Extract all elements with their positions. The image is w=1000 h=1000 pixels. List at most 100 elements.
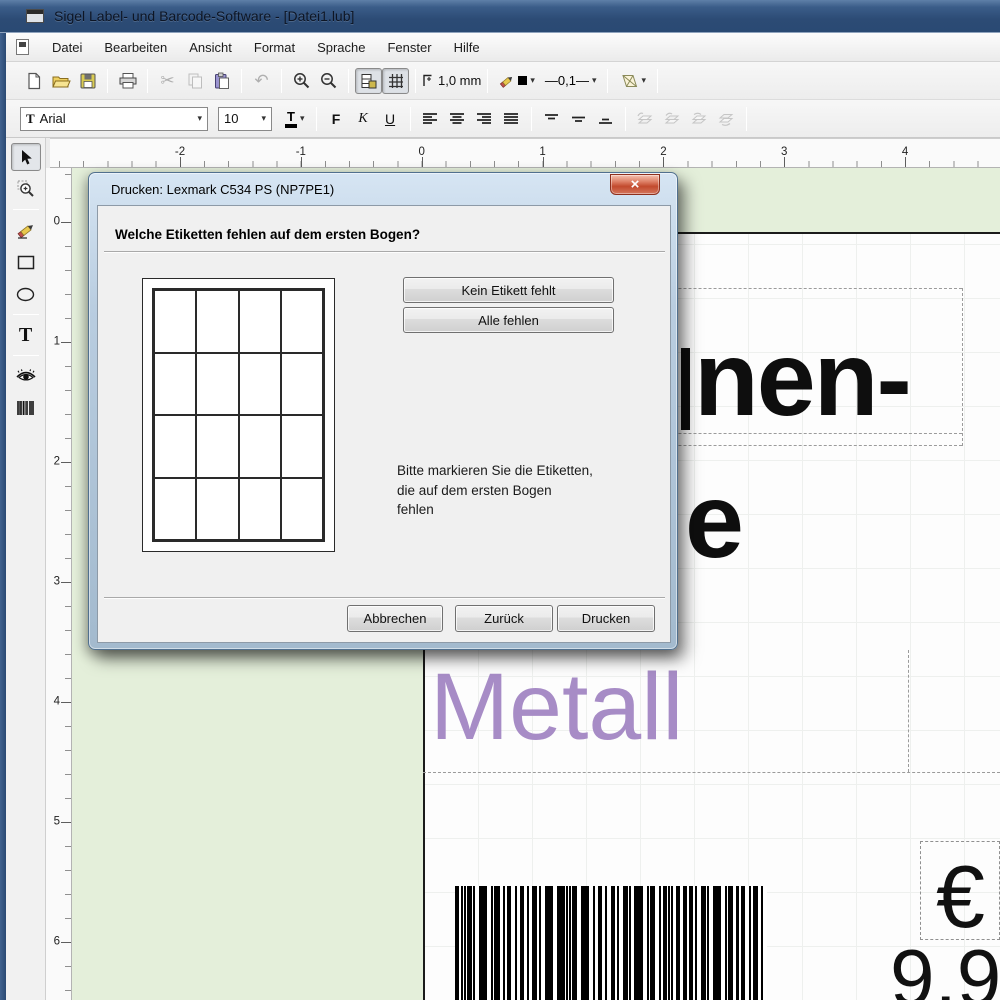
ellipse-tool[interactable] — [11, 280, 41, 308]
align-left-icon — [422, 112, 438, 126]
undo-button[interactable]: ↶ — [248, 68, 275, 94]
send-backward-icon — [690, 111, 708, 126]
label-cell[interactable] — [239, 290, 281, 353]
select-tool[interactable] — [11, 143, 41, 171]
app-window: Sigel Label- und Barcode-Software - [Dat… — [0, 0, 1000, 1000]
font-family-select[interactable]: T Arial ▾ — [20, 107, 208, 131]
currency-symbol-text[interactable]: € — [936, 853, 985, 941]
grid-size-control[interactable]: 1,0 mm — [422, 73, 481, 88]
label-cell[interactable] — [196, 415, 238, 478]
valign-bottom-icon — [597, 113, 614, 125]
bring-to-front-button[interactable] — [632, 106, 659, 132]
cut-button[interactable]: ✂ — [154, 68, 181, 94]
label-cell[interactable] — [154, 353, 196, 416]
font-family-value: Arial — [40, 111, 66, 126]
save-button[interactable] — [74, 68, 101, 94]
paste-button[interactable] — [208, 68, 235, 94]
barcode-tool[interactable] — [11, 394, 41, 422]
align-left-button[interactable] — [417, 106, 444, 132]
valign-top-icon — [543, 113, 560, 125]
line-width-dropdown[interactable]: —0,1—▾ — [540, 68, 602, 94]
barcode-object[interactable] — [455, 886, 767, 1000]
align-right-button[interactable] — [471, 106, 498, 132]
menu-format[interactable]: Format — [243, 35, 306, 60]
zoom-in-button[interactable] — [288, 68, 315, 94]
menu-bearbeiten[interactable]: Bearbeiten — [93, 35, 178, 60]
label-cell[interactable] — [196, 353, 238, 416]
label-cell[interactable] — [281, 415, 323, 478]
pencil-tool[interactable] — [11, 216, 41, 244]
send-backward-button[interactable] — [686, 106, 713, 132]
separator — [746, 107, 747, 131]
new-document-button[interactable] — [20, 68, 47, 94]
copy-button[interactable] — [181, 68, 208, 94]
label-text-fragment-1[interactable]: nen- — [694, 326, 910, 432]
open-folder-icon — [51, 72, 71, 90]
label-cell[interactable] — [154, 478, 196, 541]
standard-toolbar: ✂ ↶ 1,0 mm ▾ —0,1—▾ ▾ — [6, 62, 1000, 100]
bold-button[interactable]: F — [323, 106, 350, 132]
dialog-body: Welche Etiketten fehlen auf dem ersten B… — [97, 205, 671, 643]
line-color-button[interactable]: ▾ — [494, 68, 540, 94]
menu-datei[interactable]: Datei — [41, 35, 93, 60]
menu-hilfe[interactable]: Hilfe — [443, 35, 491, 60]
font-size-select[interactable]: 10 ▾ — [218, 107, 272, 131]
toggle-grid-button[interactable] — [382, 68, 409, 94]
label-cell[interactable] — [239, 353, 281, 416]
label-cell[interactable] — [281, 290, 323, 353]
back-button[interactable]: Zurück — [455, 605, 553, 632]
dropdown-arrow-icon: ▾ — [261, 113, 266, 124]
zoom-select-tool[interactable] — [11, 175, 41, 203]
price-text[interactable]: 9,90 — [890, 938, 1000, 1000]
valign-top-button[interactable] — [538, 106, 565, 132]
ruler-horizontal: -2-101234 — [50, 138, 1000, 168]
underline-button[interactable]: U — [377, 106, 404, 132]
label-cell[interactable] — [239, 478, 281, 541]
rectangle-tool[interactable] — [11, 248, 41, 276]
toggle-label-view-button[interactable] — [355, 68, 382, 94]
menu-ansicht[interactable]: Ansicht — [178, 35, 243, 60]
print-button-dialog[interactable]: Drucken — [557, 605, 655, 632]
send-to-back-button[interactable] — [713, 106, 740, 132]
text-tool[interactable]: T — [11, 321, 41, 349]
fill-style-button[interactable]: ▾ — [614, 68, 651, 94]
italic-button[interactable]: K — [350, 106, 377, 132]
bring-forward-button[interactable] — [659, 106, 686, 132]
separator — [531, 107, 532, 131]
menu-sprache[interactable]: Sprache — [306, 35, 376, 60]
all-missing-button[interactable]: Alle fehlen — [403, 307, 614, 333]
separator — [13, 355, 39, 356]
ruler-vertical: 0123456 — [46, 168, 72, 1000]
label-cell[interactable] — [196, 290, 238, 353]
cancel-button[interactable]: Abbrechen — [347, 605, 443, 632]
dialog-close-button[interactable]: × — [610, 174, 660, 195]
text-color-button[interactable]: T ▾ — [280, 106, 310, 132]
print-button[interactable] — [114, 68, 141, 94]
no-label-missing-button[interactable]: Kein Etikett fehlt — [403, 277, 614, 303]
label-cell[interactable] — [281, 478, 323, 541]
send-to-back-icon — [717, 111, 735, 126]
separator — [607, 69, 608, 93]
no-fill-icon — [619, 74, 638, 88]
label-cell[interactable] — [281, 353, 323, 416]
valign-middle-button[interactable] — [565, 106, 592, 132]
eye-icon — [15, 368, 37, 384]
label-cell[interactable] — [196, 478, 238, 541]
image-tool[interactable] — [11, 362, 41, 390]
menu-fenster[interactable]: Fenster — [376, 35, 442, 60]
align-center-button[interactable] — [444, 106, 471, 132]
open-file-button[interactable] — [47, 68, 74, 94]
valign-bottom-button[interactable] — [592, 106, 619, 132]
print-dialog: Drucken: Lexmark C534 PS (NP7PE1) × Welc… — [88, 172, 678, 650]
material-text[interactable]: Metall — [430, 660, 683, 755]
separator — [13, 209, 39, 210]
label-cell[interactable] — [239, 415, 281, 478]
label-cell[interactable] — [154, 415, 196, 478]
label-view-icon — [360, 72, 378, 90]
align-center-icon — [449, 112, 465, 126]
label-text-fragment-2[interactable]: e — [685, 468, 742, 574]
zoom-out-button[interactable] — [315, 68, 342, 94]
align-justify-button[interactable] — [498, 106, 525, 132]
label-cell[interactable] — [154, 290, 196, 353]
grid-step-icon — [422, 74, 433, 87]
